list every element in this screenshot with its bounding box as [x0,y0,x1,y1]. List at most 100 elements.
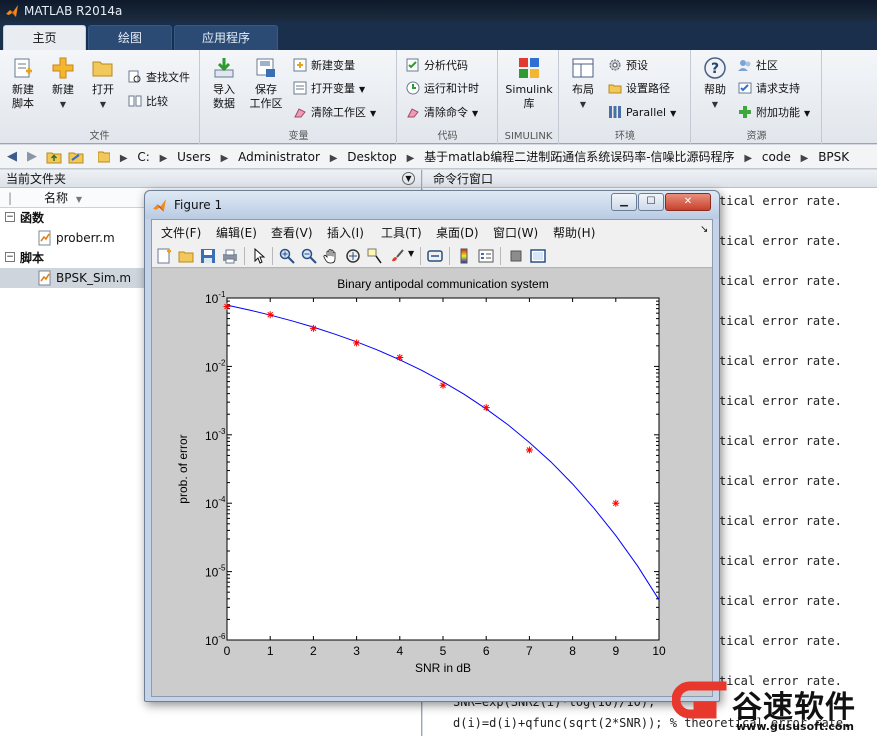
x-tick-label: 0 [224,644,231,658]
gear-icon [609,59,621,71]
request-support-button[interactable]: 请求支持 [738,79,800,99]
import-data-icon [214,58,234,78]
community-label: 社区 [756,59,778,72]
zoom-in-icon[interactable] [279,248,295,264]
parallel-icon [609,106,621,118]
new-figure-icon[interactable] [156,248,172,264]
close-button[interactable]: ✕ [665,193,711,211]
forward-icon[interactable]: ▶ [24,149,40,165]
toolbar-divider [272,247,273,265]
dock-arrow-icon[interactable]: ↘ [700,224,708,235]
save-workspace-button[interactable]: 保存 工作区 [243,56,289,111]
colorbar-icon[interactable] [456,248,472,264]
tab-home[interactable]: 主页 [3,25,86,50]
open-file-icon[interactable] [178,248,194,264]
layout-button[interactable]: 布局 ▼ [560,56,606,112]
path-segment[interactable]: C: [137,150,149,164]
menu-insert[interactable]: 插入(I) [327,224,364,241]
menu-desktop[interactable]: 桌面(D) [436,224,479,241]
new-script-icon [14,58,32,78]
command-line: tical error rate. [719,234,842,248]
set-path-label: 设置路径 [626,82,670,95]
path-segment[interactable]: Desktop [347,150,397,164]
figure-window[interactable]: Figure 1 ▁ ☐ ✕ 文件(F) 编辑(E) 查看(V) 插入(I) 工… [144,190,720,702]
command-line: tical error rate. [719,594,842,608]
plot-svg: 0 1 2 3 4 5 6 7 8 9 10 10-610-510-410-310-210-1 Bi… [176,277,666,675]
path-segment[interactable]: BPSK [818,150,849,164]
open-label: 打开 [92,83,114,96]
figure-menu-bar: 文件(F) 编辑(E) 查看(V) 插入(I) 工具(T) 桌面(D) 窗口(W… [152,220,712,244]
analyze-code-button[interactable]: 分析代码 [406,56,468,76]
data-point-marker [612,499,620,507]
new-variable-button[interactable]: 新建变量 [293,56,355,76]
path-segment[interactable]: code [762,150,791,164]
path-separator-icon: ▶ [329,153,338,164]
find-files-button[interactable]: 查找文件 [128,68,190,88]
print-icon[interactable] [222,248,238,264]
menu-view[interactable]: 查看(V) [271,224,313,241]
zoom-out-icon[interactable] [301,248,317,264]
brush-icon[interactable] [389,248,405,264]
menu-window[interactable]: 窗口(W) [493,224,538,241]
preferences-button[interactable]: 预设 [608,56,648,76]
legend-icon[interactable] [478,248,494,264]
figure-canvas[interactable]: 0 1 2 3 4 5 6 7 8 9 10 10-6 10-5 10-4 10-3 10-2 10-1 Bi… [152,269,712,696]
path-segment[interactable]: Administrator [238,150,320,164]
parallel-button[interactable]: Parallel ▼ [608,103,676,123]
toolbar-divider [420,247,421,265]
set-path-button[interactable]: 设置路径 [608,79,670,99]
clear-workspace-button[interactable]: 清除工作区 ▼ [293,103,376,123]
hide-plot-tools-icon[interactable] [508,248,524,264]
path-segment[interactable]: Users [177,150,211,164]
x-tick-label: 10 [652,644,666,658]
community-button[interactable]: 社区 [738,56,778,76]
folder-open-icon [92,61,113,77]
up-folder-icon[interactable] [46,149,62,165]
dropdown-arrow-icon: ▼ [579,100,587,109]
maximize-button[interactable]: ☐ [638,193,664,211]
menu-help[interactable]: 帮助(H) [553,224,595,241]
save-workspace-label: 保存 工作区 [249,83,283,110]
layout-label: 布局 [572,83,594,96]
help-button[interactable]: ? 帮助 ▼ [692,56,738,112]
menu-edit[interactable]: 编辑(E) [216,224,257,241]
analyze-code-icon [406,58,419,72]
save-icon[interactable] [200,248,216,264]
file-name: BPSK_Sim.m [56,271,132,285]
path-separator-icon: ▶ [220,153,229,164]
collapse-icon[interactable]: − [5,252,15,262]
data-cursor-icon[interactable] [367,248,383,264]
import-data-button[interactable]: 导入 数据 [201,56,247,111]
tab-apps[interactable]: 应用程序 [174,25,278,50]
compare-button[interactable]: 比较 [128,92,168,112]
link-plot-icon[interactable] [427,248,443,264]
pan-hand-icon[interactable] [323,248,339,264]
show-plot-tools-icon[interactable] [530,248,546,264]
x-tick-label: 4 [396,644,403,658]
panel-menu-icon[interactable]: ▼ [402,172,415,185]
path-separator-icon: ▶ [159,153,168,164]
tab-plots[interactable]: 绘图 [88,25,172,50]
back-icon[interactable]: ◀ [4,149,20,165]
collapse-icon[interactable]: − [5,212,15,222]
menu-file[interactable]: 文件(F) [161,224,201,241]
figure-title-bar[interactable]: Figure 1 ▁ ☐ ✕ [145,191,719,219]
data-point-marker [439,381,447,389]
clear-commands-button[interactable]: 清除命令 ▼ [406,103,478,123]
path-separator-icon: ▶ [406,153,415,164]
dropdown-arrow-icon[interactable]: ▼ [408,249,414,258]
run-and-time-button[interactable]: 运行和计时 [406,79,479,99]
browse-folder-icon[interactable] [68,149,84,165]
path-separator-icon: ▶ [119,153,128,164]
add-ons-button[interactable]: 附加功能 ▼ [738,103,810,123]
simulink-library-button[interactable]: Simulink 库 [503,56,555,111]
menu-tools[interactable]: 工具(T) [381,224,422,241]
path-segment[interactable]: 基于matlab编程二进制跖通信系统误码率-信噪比源码程序 [424,150,734,164]
minimize-button[interactable]: ▁ [611,193,637,211]
open-button[interactable]: 打开 ▼ [80,56,126,112]
rotate-3d-icon[interactable] [345,248,361,264]
group-variable-label: 变量 [288,131,309,142]
open-variable-button[interactable]: 打开变量 ▼ [293,79,365,99]
simulink-library-icon [519,58,539,78]
pointer-icon[interactable] [251,248,267,264]
